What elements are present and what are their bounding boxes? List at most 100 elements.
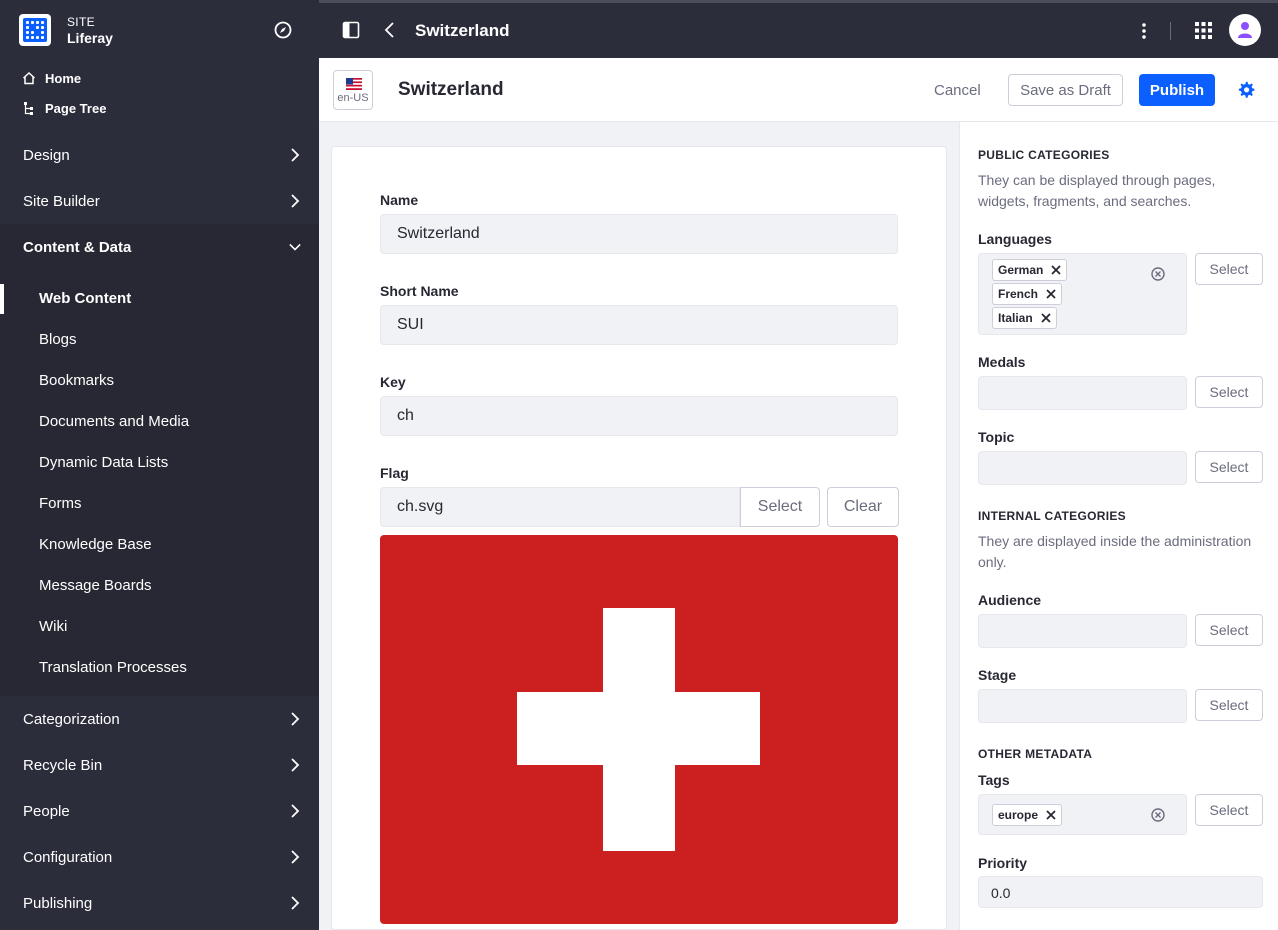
chevron-right-icon (291, 712, 300, 726)
chevron-right-icon (291, 804, 300, 818)
languages-tag-input[interactable]: German French Italian (978, 253, 1187, 335)
topic-tag-input[interactable] (978, 451, 1187, 485)
clear-all-icon[interactable] (1151, 808, 1165, 822)
sidebar-item-blogs[interactable]: Blogs (0, 319, 319, 360)
sidebar-item-wiki[interactable]: Wiki (0, 606, 319, 647)
flag-input[interactable]: ch.svg (380, 487, 740, 527)
internal-categories-heading: INTERNAL CATEGORIES (978, 509, 1126, 523)
user-icon (1238, 22, 1252, 38)
page-tree-label: Page Tree (45, 100, 107, 116)
section-content-data[interactable]: Content & Data (0, 224, 319, 270)
section-configuration-label: Configuration (23, 848, 113, 866)
section-people[interactable]: People (0, 788, 319, 834)
section-categorization[interactable]: Categorization (0, 696, 319, 742)
sidebar-item-bookmarks[interactable]: Bookmarks (0, 360, 319, 401)
tag-label: French (998, 287, 1039, 301)
tag-europe: europe (992, 804, 1063, 826)
topic-label: Topic (978, 429, 1015, 445)
compass-icon[interactable] (274, 21, 292, 39)
page-tree-link[interactable]: Page Tree (22, 98, 106, 118)
flag-cross-horizontal (517, 692, 760, 765)
short-name-label: Short Name (380, 283, 459, 299)
audience-tag-input[interactable] (978, 614, 1187, 648)
medals-select-button[interactable]: Select (1195, 376, 1263, 408)
sidebar-item-documents-media[interactable]: Documents and Media (0, 401, 319, 442)
site-name: Liferay (67, 30, 113, 46)
chevron-right-icon (291, 850, 300, 864)
flag-select-button[interactable]: Select (740, 487, 820, 527)
save-draft-button[interactable]: Save as Draft (1008, 74, 1123, 106)
home-link[interactable]: Home (22, 68, 81, 88)
sidebar-item-translation-processes[interactable]: Translation Processes (0, 647, 319, 688)
remove-tag-icon[interactable] (1046, 810, 1056, 820)
tag-label: europe (998, 808, 1039, 822)
section-recycle-bin-label: Recycle Bin (23, 756, 103, 774)
priority-label: Priority (978, 855, 1028, 871)
chevron-right-icon (291, 194, 300, 208)
medals-tag-input[interactable] (978, 376, 1187, 410)
home-icon (22, 71, 36, 85)
section-recycle-bin[interactable]: Recycle Bin (0, 742, 319, 788)
stage-select-button[interactable]: Select (1195, 689, 1263, 721)
chevron-right-icon (291, 758, 300, 772)
section-site-builder[interactable]: Site Builder (0, 178, 319, 224)
page-tree-icon (24, 102, 33, 115)
flag-preview-image (380, 535, 898, 924)
section-design-label: Design (23, 146, 70, 164)
short-name-input[interactable]: SUI (380, 305, 898, 345)
metadata-panel: PUBLIC CATEGORIES They can be displayed … (959, 122, 1278, 930)
remove-tag-icon[interactable] (1051, 265, 1061, 275)
remove-tag-icon[interactable] (1041, 313, 1051, 323)
tags-select-button[interactable]: Select (1195, 794, 1263, 826)
cancel-button[interactable]: Cancel (919, 74, 996, 106)
section-categorization-label: Categorization (23, 710, 120, 728)
stage-label: Stage (978, 667, 1017, 683)
clear-all-icon[interactable] (1151, 267, 1165, 281)
kebab-menu-icon[interactable] (1141, 22, 1147, 40)
sidebar-toggle-icon[interactable] (342, 21, 360, 39)
flag-clear-button[interactable]: Clear (827, 487, 899, 527)
name-input[interactable]: Switzerland (380, 214, 898, 254)
sidebar-item-web-content[interactable]: Web Content (0, 278, 319, 319)
locale-code: en-US (337, 92, 369, 104)
apps-grid-icon[interactable] (1195, 22, 1212, 39)
tag-label: German (998, 263, 1044, 277)
remove-tag-icon[interactable] (1046, 289, 1056, 299)
back-icon[interactable] (384, 22, 396, 38)
page-title: Switzerland (398, 79, 504, 100)
stage-tag-input[interactable] (978, 689, 1187, 723)
content-form: Name Switzerland Short Name SUI Key ch F… (331, 146, 947, 930)
top-bar: Switzerland (319, 0, 1278, 58)
site-logo[interactable] (19, 14, 51, 46)
locale-selector[interactable]: en-US (333, 70, 373, 110)
sidebar-item-message-boards[interactable]: Message Boards (0, 565, 319, 606)
user-avatar[interactable] (1229, 14, 1261, 46)
tag-german: German (992, 259, 1068, 281)
tag-italian: Italian (992, 307, 1057, 329)
languages-select-button[interactable]: Select (1195, 253, 1263, 285)
chevron-right-icon (291, 896, 300, 910)
sidebar-item-knowledge-base[interactable]: Knowledge Base (0, 524, 319, 565)
home-label: Home (45, 70, 82, 86)
tag-label: Italian (998, 311, 1033, 325)
editor-header: en-US Switzerland Cancel Save as Draft P… (319, 58, 1278, 122)
other-metadata-heading: OTHER METADATA (978, 747, 1093, 761)
section-publishing[interactable]: Publishing (0, 880, 319, 926)
section-people-label: People (23, 802, 70, 820)
section-design[interactable]: Design (0, 132, 319, 178)
section-configuration[interactable]: Configuration (0, 834, 319, 880)
sidebar-item-forms[interactable]: Forms (0, 483, 319, 524)
sidebar-item-dynamic-data-lists[interactable]: Dynamic Data Lists (0, 442, 319, 483)
gear-icon[interactable] (1237, 81, 1255, 99)
tags-input[interactable]: europe (978, 794, 1187, 835)
topic-select-button[interactable]: Select (1195, 451, 1263, 483)
publish-button[interactable]: Publish (1139, 74, 1215, 106)
audience-select-button[interactable]: Select (1195, 614, 1263, 646)
key-input[interactable]: ch (380, 396, 898, 436)
public-categories-description: They can be displayed through pages, wid… (978, 172, 1216, 209)
chevron-down-icon (289, 243, 301, 251)
section-content-data-label: Content & Data (23, 238, 132, 256)
priority-input[interactable]: 0.0 (978, 876, 1263, 908)
chevron-right-icon (291, 148, 300, 162)
languages-label: Languages (978, 231, 1052, 247)
